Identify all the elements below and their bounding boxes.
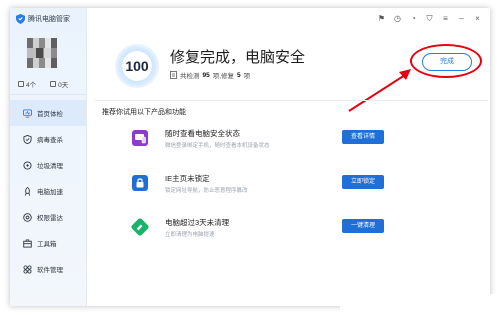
one-click-clean-button[interactable]: 一键清理 (342, 219, 384, 233)
minimize-icon[interactable]: – (457, 14, 466, 23)
summary-prefix: 共检测 (180, 73, 200, 80)
clock-icon[interactable]: ◷ (393, 14, 402, 23)
card-title: 电脑超过3天未清理 (165, 218, 230, 227)
logo-icon (16, 14, 25, 24)
checked-count: 95 (202, 71, 210, 79)
rocket-icon (24, 186, 31, 196)
lock-icon (132, 175, 148, 191)
sidebar-item-speed-up[interactable]: 电脑加速 (10, 178, 86, 204)
recommend-card-ie-homepage: IE主页未锁定 锁定网址导航，防止恶意程序篡改 立即锁定 (132, 173, 432, 197)
card-desc: 锁定网址导航，防止恶意程序篡改 (165, 188, 248, 194)
card-title: 随时查看电脑安全状态 (165, 129, 240, 138)
recommend-card-security-status: 随时查看电脑安全状态 微信登录绑定手机，随时查看本机设备状态 查看详情 (132, 128, 432, 152)
sidebar-item-label: 垃圾清理 (37, 163, 63, 170)
sidebar-nav: 首页体检 病毒查杀 垃圾清理 电脑加速 权限雷达 工具箱 软件管理 (10, 100, 86, 282)
summary-middle: 项,修复 (212, 73, 235, 80)
clean-icon (130, 217, 150, 237)
recommend-card-cleanup: 电脑超过3天未清理 立即清理为电脑提速 一键清理 (130, 217, 432, 241)
card-title: IE主页未锁定 (165, 174, 210, 183)
section-divider (95, 100, 488, 101)
score-value: 100 (125, 58, 149, 74)
fixed-count: 5 (237, 71, 241, 79)
score-badge: 100 (117, 46, 157, 86)
radar-icon (23, 212, 32, 222)
sidebar-item-permission-radar[interactable]: 权限雷达 (10, 204, 86, 230)
sidebar-item-label: 权限雷达 (37, 215, 63, 222)
app-window: 腾讯电脑管家 4个 0天 首页体检 病毒查杀 垃圾清理 电脑加速 权限雷达 工具… (10, 8, 490, 306)
broom-icon (23, 160, 32, 170)
brand: 腾讯电脑管家 (16, 14, 70, 24)
status-summary: 共检测 95 项,修复 5 项 (170, 70, 250, 80)
sidebar-item-virus-scan[interactable]: 病毒查杀 (10, 126, 86, 152)
apps-icon (23, 264, 32, 274)
card-desc: 立即清理为电脑提速 (165, 232, 215, 238)
sidebar-item-junk-clean[interactable]: 垃圾清理 (10, 152, 86, 178)
message-icon[interactable]: ◔ (409, 14, 418, 23)
menu-icon[interactable]: ≡ (441, 14, 450, 23)
phone-monitor-icon (132, 130, 148, 146)
summary-suffix: 项 (243, 73, 251, 80)
status-headline: 修复完成，电脑安全 (170, 49, 306, 66)
sidebar-item-home-checkup[interactable]: 首页体检 (10, 100, 86, 126)
bulb-icon[interactable]: ⚑ (377, 14, 386, 23)
stat-a-value: 4个 (26, 82, 37, 89)
app-title: 腾讯电脑管家 (28, 16, 70, 23)
user-stats: 4个 0天 (18, 79, 68, 89)
shirt-icon[interactable]: ⛉ (425, 14, 434, 23)
monitor-icon (23, 108, 32, 118)
stat-b[interactable]: 0天 (50, 79, 68, 89)
sidebar-item-label: 电脑加速 (37, 189, 63, 196)
sidebar-item-software-manager[interactable]: 软件管理 (10, 256, 86, 282)
sidebar-item-label: 软件管理 (37, 267, 63, 274)
recommend-title: 推荐你试用以下产品和功能 (102, 109, 186, 116)
shield-small-icon (18, 81, 24, 87)
sidebar-divider (10, 94, 86, 95)
avatar[interactable] (27, 38, 57, 68)
lock-now-button[interactable]: 立即锁定 (342, 175, 384, 189)
shield-icon (23, 134, 32, 144)
stat-b-value: 0天 (58, 82, 69, 89)
sidebar-item-label: 病毒查杀 (37, 137, 63, 144)
view-details-button[interactable]: 查看详情 (342, 130, 384, 144)
toolbox-icon (23, 238, 32, 248)
card-desc: 微信登录绑定手机，随时查看本机设备状态 (165, 143, 270, 149)
titlebar-controls: ⚑ ◷ ◔ ⛉ ≡ – × (377, 14, 482, 23)
annotation-circle (410, 44, 482, 78)
main-panel: ⚑ ◷ ◔ ⛉ ≡ – × 100 修复完成，电脑安全 共检测 95 项,修复 … (87, 8, 490, 306)
report-icon (170, 71, 177, 79)
annotation-arrow (348, 69, 411, 112)
sidebar-item-label: 工具箱 (37, 241, 57, 248)
sidebar-item-label: 首页体检 (37, 111, 63, 118)
sidebar: 腾讯电脑管家 4个 0天 首页体检 病毒查杀 垃圾清理 电脑加速 权限雷达 工具… (10, 8, 87, 306)
close-icon[interactable]: × (473, 14, 482, 23)
bottom-right-cover (340, 294, 500, 315)
stat-a[interactable]: 4个 (18, 79, 36, 89)
sidebar-item-toolbox[interactable]: 工具箱 (10, 230, 86, 256)
calendar-small-icon (50, 81, 57, 87)
